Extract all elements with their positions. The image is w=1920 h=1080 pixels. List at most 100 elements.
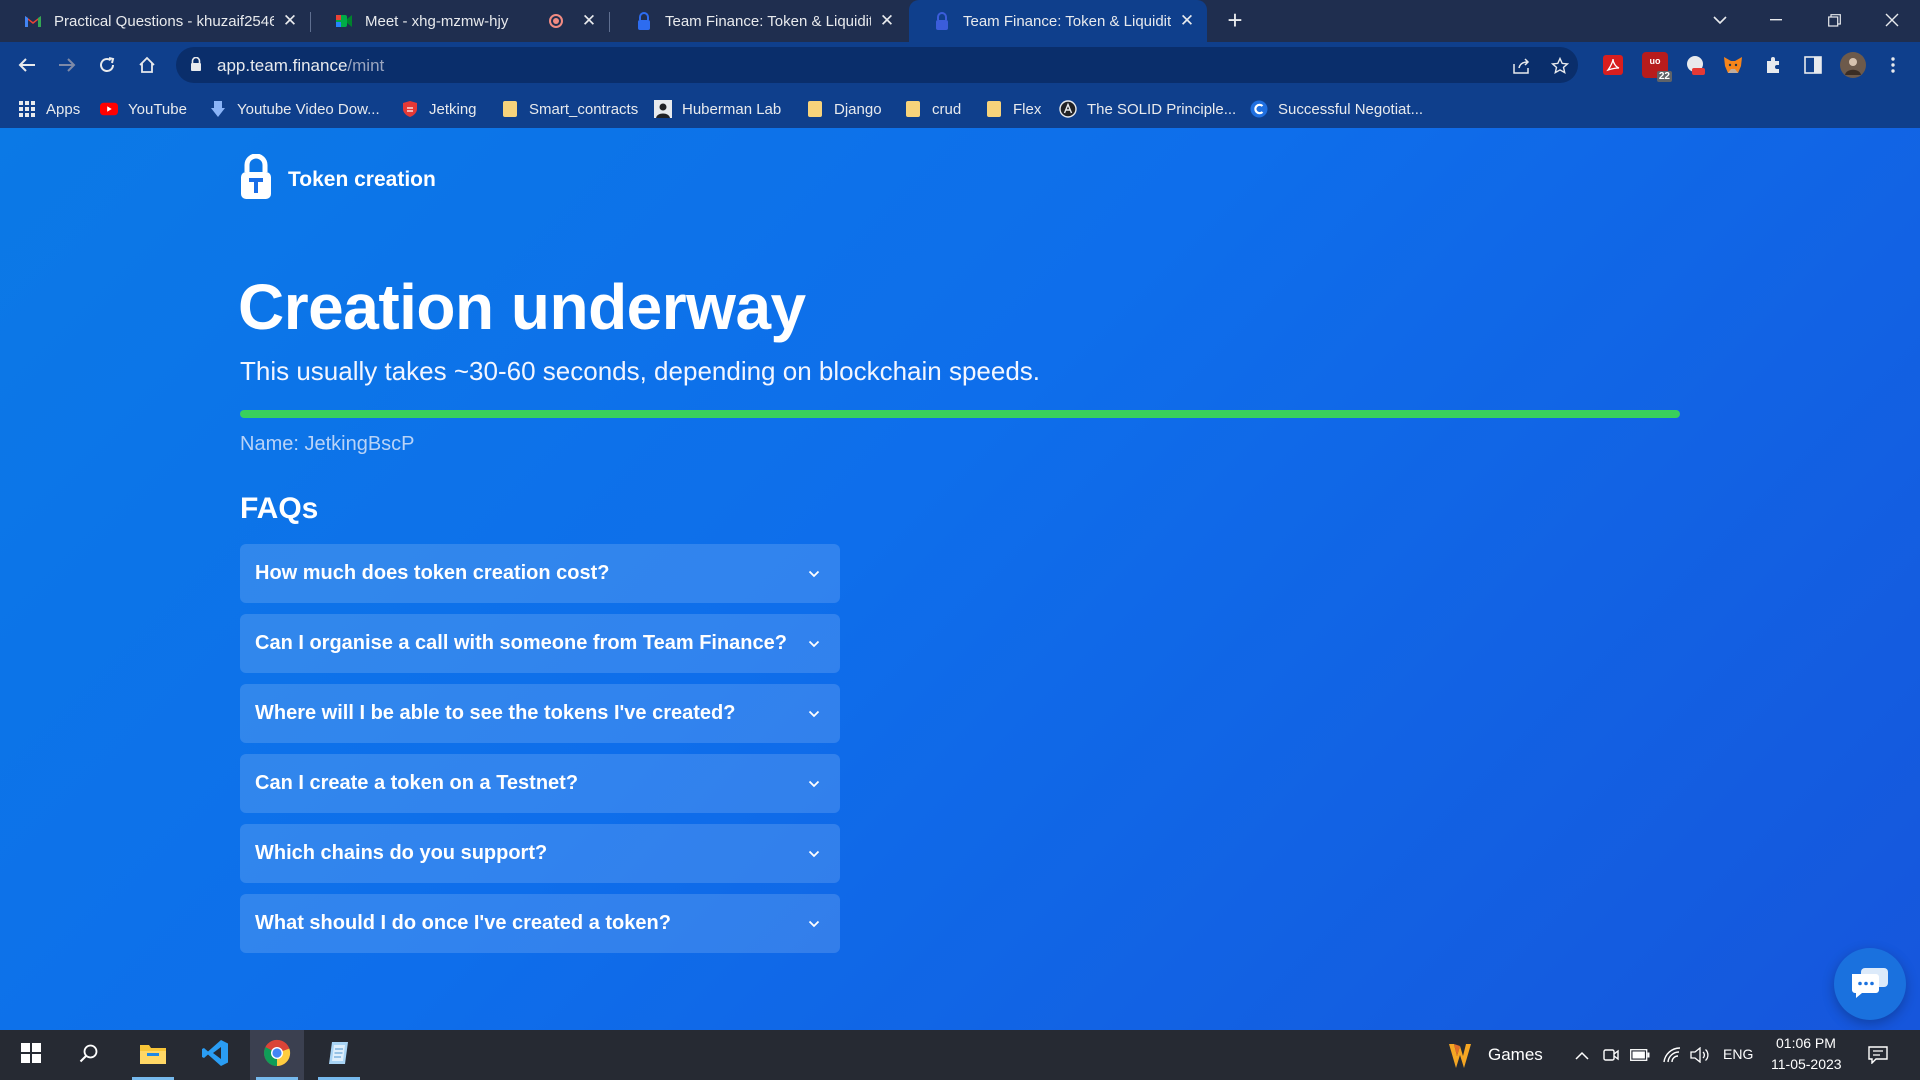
extensions-puzzle-icon[interactable] [1760,52,1786,78]
tab-team-finance-active[interactable]: Team Finance: Token & Liquidity ✕ [909,0,1207,42]
chevron-down-icon [806,776,822,792]
faq-item[interactable]: Which chains do you support? [240,824,840,883]
start-button[interactable] [4,1030,58,1080]
chevron-down-icon [806,706,822,722]
coursera-icon [1250,100,1268,118]
tab-team-finance[interactable]: Team Finance: Token & Liquidity ✕ [611,0,907,42]
download-icon [209,100,227,118]
chevron-up-icon[interactable] [1572,1045,1592,1065]
bookmark-star-icon[interactable] [1550,56,1570,76]
tab-search-button[interactable] [1692,0,1748,40]
taskbar-chrome[interactable] [250,1030,304,1080]
faq-question: Can I organise a call with someone from … [255,632,787,654]
bookmark-label: Huberman Lab [682,100,782,118]
clock-date[interactable]: 11-05-2023 [1771,1056,1842,1072]
team-finance-icon [933,12,951,30]
reload-button[interactable] [92,50,122,80]
folder-icon [501,100,519,118]
bookmark-youtube-video-downloader[interactable]: Youtube Video Dow... [209,96,380,122]
bookmark-smart-contracts[interactable]: Smart_contracts [501,96,638,122]
minimize-button[interactable] [1748,0,1804,40]
forward-button[interactable] [52,50,82,80]
bookmark-successful-negotiation[interactable]: Successful Negotiat... [1250,96,1423,122]
volume-icon[interactable] [1690,1045,1710,1065]
cloud-extension-icon[interactable] [1682,52,1708,78]
bookmark-jetking[interactable]: Jetking [401,96,477,122]
acrobat-extension-icon[interactable] [1600,52,1626,78]
bookmark-label: Youtube Video Dow... [237,100,380,118]
taskbar-vscode[interactable] [188,1030,242,1080]
meet-tray-icon[interactable] [1601,1045,1621,1065]
bookmark-label: The SOLID Principle... [1087,100,1237,118]
close-icon[interactable]: ✕ [280,11,300,31]
metamask-icon[interactable] [1720,52,1746,78]
chevron-down-icon [806,636,822,652]
browser-toolbar: app.team.finance/mint uo 22 [0,42,1920,89]
tab-title: Practical Questions - khuzaif2546 [54,12,274,30]
shield-icon [401,100,419,118]
search-button[interactable] [62,1030,116,1080]
bookmark-flex[interactable]: Flex [985,96,1041,122]
new-tab-button[interactable]: + [1222,7,1248,34]
close-icon[interactable]: ✕ [1177,11,1197,31]
back-button[interactable] [12,50,42,80]
url-text[interactable]: app.team.finance/mint [217,56,384,76]
games-tray-icon[interactable] [1444,1040,1476,1072]
bookmark-huberman-lab[interactable]: Huberman Lab [654,96,781,122]
tab-title: Team Finance: Token & Liquidity [963,12,1171,30]
faq-item[interactable]: Can I create a token on a Testnet? [240,754,840,813]
profile-avatar[interactable] [1840,52,1866,78]
bookmark-apps[interactable]: Apps [18,96,80,122]
bookmark-youtube[interactable]: YouTube [100,96,187,122]
ublock-extension-icon[interactable]: uo 22 [1642,52,1672,82]
side-panel-icon[interactable] [1800,52,1826,78]
tab-title: Team Finance: Token & Liquidity [665,12,871,30]
faq-question: Which chains do you support? [255,842,548,864]
share-icon[interactable] [1512,56,1532,76]
close-icon[interactable]: ✕ [579,11,599,31]
tab-title: Meet - xhg-mzmw-hjy [365,12,509,30]
more-menu-icon[interactable] [1880,52,1906,78]
page-title: Creation underway [238,271,806,343]
games-label[interactable]: Games [1488,1045,1543,1065]
notes-app-icon [326,1040,352,1071]
taskbar-notes-app[interactable] [312,1030,366,1080]
faq-item[interactable]: Where will I be able to see the tokens I… [240,684,840,743]
windows-taskbar: Games ENG 01:06 PM 11-05-2023 [0,1030,1920,1080]
bookmark-crud[interactable]: crud [904,96,961,122]
lock-icon[interactable] [190,56,202,77]
clock-time[interactable]: 01:06 PM [1776,1035,1836,1051]
language-indicator[interactable]: ENG [1723,1046,1753,1062]
team-finance-icon [635,12,653,30]
close-icon[interactable]: ✕ [877,11,897,31]
bookmark-django[interactable]: Django [806,96,882,122]
apps-grid-icon [18,100,36,118]
taskbar-file-explorer[interactable] [126,1030,180,1080]
file-explorer-icon [139,1041,167,1070]
browser-tab-strip: Practical Questions - khuzaif2546 ✕ Meet… [0,0,1920,42]
address-bar[interactable]: app.team.finance/mint [176,47,1578,83]
restore-button[interactable] [1806,0,1862,40]
close-window-button[interactable] [1864,0,1920,40]
progress-fill [240,410,1680,418]
bookmark-label: Smart_contracts [529,100,639,118]
bookmark-label: Apps [46,100,81,118]
bookmark-label: YouTube [128,100,187,118]
tab-meet[interactable]: Meet - xhg-mzmw-hjy ✕ [311,0,609,42]
faq-item[interactable]: Can I organise a call with someone from … [240,614,840,673]
wifi-icon[interactable] [1662,1045,1682,1065]
battery-icon[interactable] [1630,1045,1650,1065]
chevron-down-icon [806,846,822,862]
faq-item[interactable]: What should I do once I've created a tok… [240,894,840,953]
meet-icon [335,12,353,30]
notification-icon[interactable] [1868,1045,1888,1065]
home-button[interactable] [132,50,162,80]
tab-gmail[interactable]: Practical Questions - khuzaif2546 ✕ [0,0,310,42]
padlock-logo-icon [240,153,272,205]
chat-support-button[interactable] [1834,948,1906,1020]
faq-item[interactable]: How much does token creation cost? [240,544,840,603]
chrome-icon [263,1039,291,1072]
brand-logo[interactable]: Token creation [240,153,436,205]
bookmark-solid-principles[interactable]: The SOLID Principle... [1059,96,1236,122]
gmail-icon [24,12,42,30]
